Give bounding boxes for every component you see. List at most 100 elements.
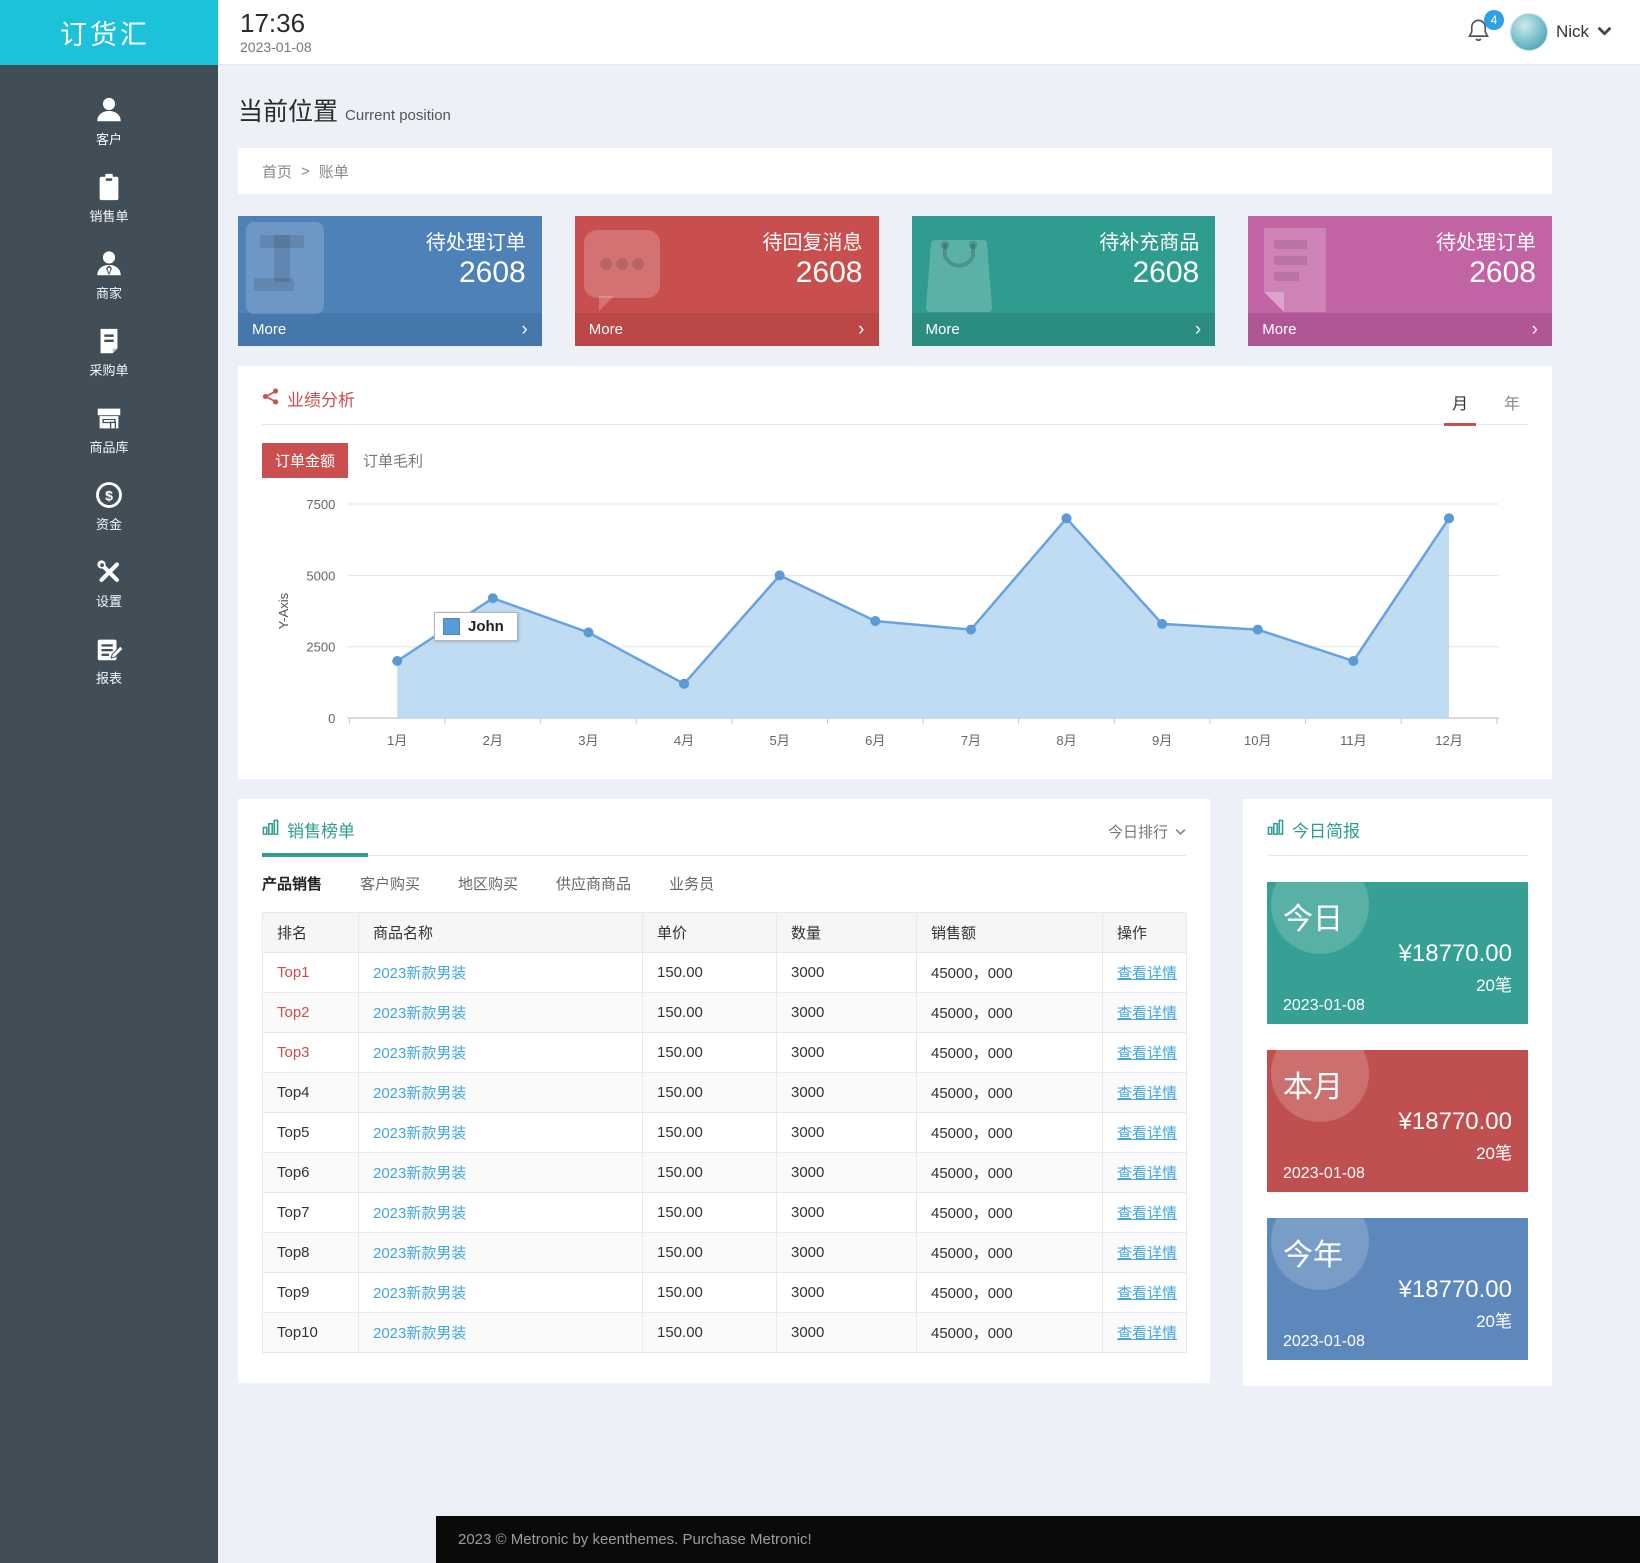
svg-text:2月: 2月 xyxy=(483,733,503,748)
price-cell: 150.00 xyxy=(643,953,777,993)
amount-cell: 45000，000 xyxy=(917,1073,1103,1113)
price-cell: 150.00 xyxy=(643,993,777,1033)
sidebar-item-merchant[interactable]: 商家 xyxy=(0,237,218,314)
performance-title-text: 业绩分析 xyxy=(287,386,355,411)
action-cell: 查看详情 xyxy=(1103,1233,1187,1273)
legend-label: John xyxy=(468,618,504,635)
sidebar-item-label: 客户 xyxy=(96,129,122,148)
view-detail-link[interactable]: 查看详情 xyxy=(1117,1285,1177,1302)
stat-card-main: 待补充商品 2608 xyxy=(912,216,1216,313)
column-header: 排名 xyxy=(263,913,359,953)
chart-legend: John xyxy=(434,612,518,641)
stat-card-value: 2608 xyxy=(1436,256,1536,290)
product-link[interactable]: 2023新款男装 xyxy=(373,1165,466,1182)
column-header: 销售额 xyxy=(917,913,1103,953)
view-detail-link[interactable]: 查看详情 xyxy=(1117,1325,1177,1342)
column-header: 商品名称 xyxy=(359,913,643,953)
chevron-right-icon: › xyxy=(1532,320,1538,339)
sales-tab[interactable]: 供应商商品 xyxy=(556,873,631,894)
svg-text:2500: 2500 xyxy=(306,640,335,655)
breadcrumb-home[interactable]: 首页 xyxy=(262,161,292,182)
table-row: Top5 2023新款男装 150.00 3000 45000，000 查看详情 xyxy=(263,1113,1187,1153)
briefing-card-label: 今年 xyxy=(1283,1230,1512,1274)
product-link[interactable]: 2023新款男装 xyxy=(373,1205,466,1222)
view-detail-link[interactable]: 查看详情 xyxy=(1117,1205,1177,1222)
product-link[interactable]: 2023新款男装 xyxy=(373,1085,466,1102)
ranking-filter-dropdown[interactable]: 今日排行 xyxy=(1108,821,1186,855)
page-title: 当前位置Current position xyxy=(238,92,1552,128)
briefing-card-count: 20笔 xyxy=(1283,1307,1512,1332)
sidebar-item-settings[interactable]: 设置 xyxy=(0,545,218,622)
sidebar-item-report[interactable]: 报表 xyxy=(0,622,218,699)
stat-cards-row: 待处理订单 2608 More › 待回复消息 2608 More › 待补充商… xyxy=(238,216,1552,346)
action-cell: 查看详情 xyxy=(1103,993,1187,1033)
settings-icon xyxy=(94,557,124,587)
chevron-down-icon xyxy=(1175,823,1186,840)
sales-tab[interactable]: 产品销售 xyxy=(262,873,322,894)
chat-icon xyxy=(581,220,667,320)
action-cell: 查看详情 xyxy=(1103,1073,1187,1113)
product-link[interactable]: 2023新款男装 xyxy=(373,1125,466,1142)
bar-chart-icon xyxy=(262,819,279,841)
stat-card-text: 待补充商品 2608 xyxy=(1099,226,1199,290)
metric-button[interactable]: 订单毛利 xyxy=(363,450,423,471)
amount-cell: 45000，000 xyxy=(917,1113,1103,1153)
briefing-card-label: 本月 xyxy=(1283,1062,1512,1106)
briefing-panel: 今日简报 今日 ¥18770.00 20笔 2023-01-08 本月 ¥187… xyxy=(1243,799,1552,1386)
sales-title-text: 销售榜单 xyxy=(287,817,355,842)
purchase-order-icon xyxy=(94,326,124,356)
notifications-button[interactable]: 4 xyxy=(1465,17,1495,47)
product-cell: 2023新款男装 xyxy=(359,953,643,993)
view-detail-link[interactable]: 查看详情 xyxy=(1117,1125,1177,1142)
sidebar-item-funds[interactable]: $ 资金 xyxy=(0,468,218,545)
sidebar-item-user[interactable]: 客户 xyxy=(0,83,218,160)
sales-table-head: 排名商品名称单价数量销售额操作 xyxy=(263,913,1187,953)
report-icon xyxy=(94,634,124,664)
rank-cell: Top9 xyxy=(263,1273,359,1313)
view-detail-link[interactable]: 查看详情 xyxy=(1117,965,1177,982)
amount-cell: 45000，000 xyxy=(917,1033,1103,1073)
rank-cell: Top1 xyxy=(263,953,359,993)
more-label: More xyxy=(252,321,286,338)
sidebar-nav: 客户 销售单 商家 采购单 商品库 $ 资金 设置 报表 xyxy=(0,65,218,699)
table-row: Top10 2023新款男装 150.00 3000 45000，000 查看详… xyxy=(263,1313,1187,1353)
sales-tab[interactable]: 地区购买 xyxy=(458,873,518,894)
qty-cell: 3000 xyxy=(777,953,917,993)
column-header: 单价 xyxy=(643,913,777,953)
sales-tab[interactable]: 业务员 xyxy=(669,873,714,894)
period-tab-年[interactable]: 年 xyxy=(1496,390,1528,426)
app-logo[interactable]: 订货汇 xyxy=(0,0,218,65)
header-row: 排名商品名称单价数量销售额操作 xyxy=(263,913,1187,953)
period-tab-月[interactable]: 月 xyxy=(1444,390,1476,426)
amount-cell: 45000，000 xyxy=(917,1193,1103,1233)
performance-title: 业绩分析 xyxy=(262,386,355,424)
sidebar-item-sales-order[interactable]: 销售单 xyxy=(0,160,218,237)
product-link[interactable]: 2023新款男装 xyxy=(373,1005,466,1022)
view-detail-link[interactable]: 查看详情 xyxy=(1117,1005,1177,1022)
briefing-card-今日: 今日 ¥18770.00 20笔 2023-01-08 xyxy=(1267,882,1528,1024)
footer-text: 2023 © Metronic by keenthemes. Purchase … xyxy=(458,1531,812,1548)
user-menu[interactable]: Nick xyxy=(1510,13,1612,51)
product-link[interactable]: 2023新款男装 xyxy=(373,1045,466,1062)
price-cell: 150.00 xyxy=(643,1233,777,1273)
product-link[interactable]: 2023新款男装 xyxy=(373,1285,466,1302)
view-detail-link[interactable]: 查看详情 xyxy=(1117,1045,1177,1062)
sidebar-item-product-store[interactable]: 商品库 xyxy=(0,391,218,468)
stat-card-text: 待处理订单 2608 xyxy=(426,226,526,290)
sidebar-item-label: 商家 xyxy=(96,283,122,302)
sidebar-item-purchase-order[interactable]: 采购单 xyxy=(0,314,218,391)
breadcrumb-current[interactable]: 账单 xyxy=(319,161,349,182)
briefing-card-count: 20笔 xyxy=(1283,971,1512,996)
product-link[interactable]: 2023新款男装 xyxy=(373,1325,466,1342)
view-detail-link[interactable]: 查看详情 xyxy=(1117,1245,1177,1262)
amount-cell: 45000，000 xyxy=(917,1153,1103,1193)
product-link[interactable]: 2023新款男装 xyxy=(373,1245,466,1262)
svg-text:$: $ xyxy=(105,487,113,503)
rank-cell: Top6 xyxy=(263,1153,359,1193)
product-link[interactable]: 2023新款男装 xyxy=(373,965,466,982)
metric-button[interactable]: 订单金额 xyxy=(262,443,348,478)
qty-cell: 3000 xyxy=(777,993,917,1033)
view-detail-link[interactable]: 查看详情 xyxy=(1117,1165,1177,1182)
view-detail-link[interactable]: 查看详情 xyxy=(1117,1085,1177,1102)
sales-tab[interactable]: 客户购买 xyxy=(360,873,420,894)
